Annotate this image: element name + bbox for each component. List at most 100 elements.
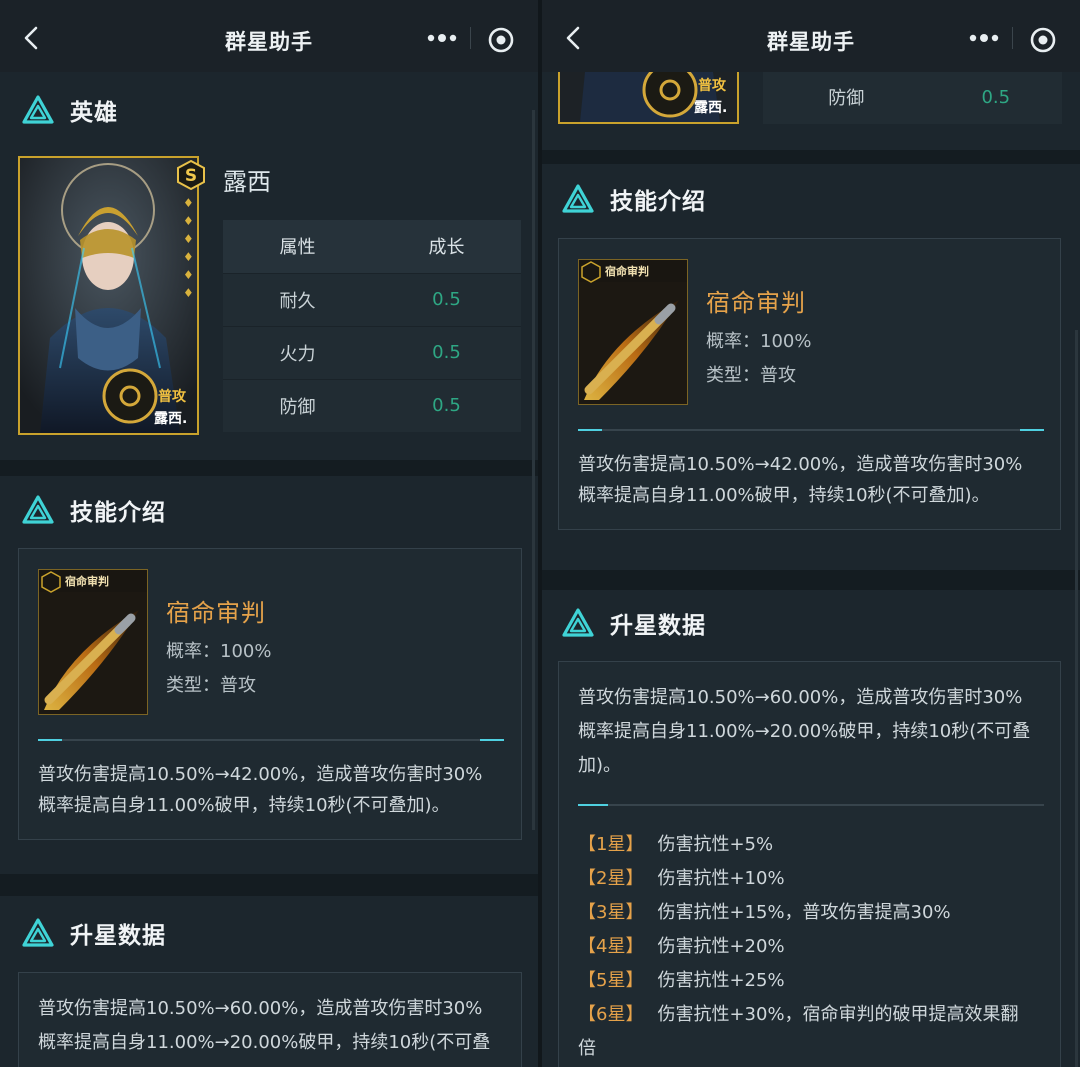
scrollbar[interactable] (532, 110, 535, 830)
more-dots-icon[interactable] (425, 28, 459, 48)
header-growth: 成长 (372, 220, 521, 273)
star-description-line-1: 普攻伤害提高10.50%→60.00%，造成普攻伤害时30% (578, 687, 1023, 708)
attribute-name: 火力 (223, 325, 372, 379)
table-row: 火力 0.5 (223, 325, 521, 379)
hero-card[interactable]: 普攻 露西. (18, 156, 199, 435)
table-row: 防御 0.5 (763, 70, 1062, 124)
star-level-text: 伤害抗性+15%，普攻伤害提高30% (657, 902, 951, 923)
rarity-stars: ♦ ♦ ♦ ♦ ♦ ♦ (183, 196, 194, 300)
star-level-row: 【1星】 伤害抗性+5% (578, 828, 773, 862)
skill-description-line-2: 概率提高自身11.00%破甲，持续10秒(不可叠加)。 (578, 485, 990, 506)
star-icon: ♦ (183, 196, 194, 210)
skill-divider (578, 429, 1044, 431)
skill-description-line-2: 概率提高自身11.00%破甲，持续10秒(不可叠加)。 (38, 795, 450, 816)
header-attribute: 属性 (223, 220, 372, 273)
attribute-value: 0.5 (372, 272, 521, 326)
skill-divider (38, 739, 504, 741)
star-level-text: 伤害抗性+20% (657, 936, 785, 957)
section-gap (0, 460, 538, 476)
skill-rate: 概率：100% (706, 331, 812, 352)
star-level-label: 【6星】 (578, 1004, 644, 1025)
svg-text:S: S (185, 166, 197, 186)
star-level-label: 【5星】 (578, 970, 644, 991)
attribute-value: 0.5 (372, 325, 521, 379)
triangle-logo-icon (562, 608, 594, 637)
star-level-row: 【4星】 伤害抗性+20% (578, 930, 785, 964)
nav-bar: 群星助手 (0, 0, 538, 72)
skill-description-line-1: 普攻伤害提高10.50%→42.00%，造成普攻伤害时30% (38, 764, 483, 785)
card-name: 露西. (154, 411, 188, 427)
star-level-label: 【1星】 (578, 834, 644, 855)
card-name: 露西. (694, 100, 728, 116)
skill-icon-label: 宿命审判 (65, 575, 109, 588)
hero-name: 露西 (223, 168, 271, 196)
star-description-line-2: 概率提高自身11.00%→20.00%破甲，持续10秒(不可叠 (578, 721, 1031, 742)
nav-divider (470, 27, 471, 49)
rarity-s-badge-icon: S (177, 160, 205, 190)
table-row: 防御 0.5 (223, 378, 521, 432)
section-gap (542, 150, 1080, 164)
skill-type: 类型：普攻 (166, 675, 256, 696)
star-icon: ♦ (183, 268, 194, 282)
right-screen: 普攻 露西. 防御 0.5 群星助手 技能介绍 宿命审判 宿命审判 概率：100… (542, 0, 1080, 1067)
star-level-text: 倍 (578, 1038, 596, 1059)
star-level-text: 伤害抗性+5% (657, 834, 774, 855)
attribute-name: 防御 (763, 70, 930, 124)
nav-bar: 群星助手 (542, 0, 1080, 72)
skill-section-header: 技能介绍 (562, 181, 706, 217)
star-level-row: 【6星】 伤害抗性+30%，宿命审判的破甲提高效果翻 (578, 998, 1019, 1032)
star-level-row: 倍 (578, 1032, 596, 1066)
star-divider (578, 804, 1044, 806)
star-icon: ♦ (183, 250, 194, 264)
star-icon: ♦ (183, 232, 194, 246)
skill-card: 宿命审判 宿命审判 概率：100% 类型：普攻 普攻伤害提高10.50%→42.… (18, 548, 522, 840)
skill-description-line-1: 普攻伤害提高10.50%→42.00%，造成普攻伤害时30% (578, 454, 1023, 475)
scrollbar[interactable] (1075, 330, 1078, 1067)
star-level-row: 【5星】 伤害抗性+25% (578, 964, 785, 998)
attribute-table: 属性 成长 耐久 0.5 火力 0.5 防御 0.5 (223, 220, 521, 432)
left-screen: 群星助手 英雄 普攻 露西. S ♦ ♦ ♦ ♦ ♦ ♦ 露西 属性 成长 耐久… (0, 0, 538, 1067)
card-tag: 普攻 (158, 389, 186, 405)
skill-section-title: 技能介绍 (610, 189, 706, 215)
star-level-row: 【3星】 伤害抗性+15%，普攻伤害提高30% (578, 896, 951, 930)
star-section-header: 升星数据 (22, 915, 166, 951)
star-icon: ♦ (183, 214, 194, 228)
skill-icon[interactable]: 宿命审判 (578, 259, 688, 405)
skill-name: 宿命审判 (166, 599, 266, 627)
attribute-name: 防御 (223, 378, 372, 432)
star-description-line-1: 普攻伤害提高10.50%→60.00%，造成普攻伤害时30% (38, 998, 483, 1019)
star-card: 普攻伤害提高10.50%→60.00%，造成普攻伤害时30% 概率提高自身11.… (18, 972, 522, 1067)
bullet-art (39, 570, 147, 714)
star-level-label: 【4星】 (578, 936, 644, 957)
skill-icon-label: 宿命审判 (605, 265, 649, 278)
nav-divider (1012, 27, 1013, 49)
bullet-art (579, 260, 687, 404)
star-description-line-2: 概率提高自身11.00%→20.00%破甲，持续10秒(不可叠 (38, 1032, 491, 1053)
star-section-title: 升星数据 (70, 923, 166, 949)
section-gap (542, 570, 1080, 590)
attribute-table-header: 属性 成长 (223, 220, 521, 273)
card-tag: 普攻 (698, 78, 726, 94)
triangle-logo-icon (22, 918, 54, 947)
skill-section-header: 技能介绍 (22, 492, 166, 528)
attribute-name: 耐久 (223, 272, 372, 326)
hero-section-header: 英雄 (22, 92, 118, 128)
skill-icon[interactable]: 宿命审判 (38, 569, 148, 715)
star-section-title: 升星数据 (610, 613, 706, 639)
skill-name: 宿命审判 (706, 289, 806, 317)
target-circle-icon[interactable] (487, 26, 515, 54)
hero-section-title: 英雄 (70, 100, 118, 126)
triangle-logo-icon (22, 495, 54, 524)
skill-section-title: 技能介绍 (70, 500, 166, 526)
star-level-text: 伤害抗性+30%，宿命审判的破甲提高效果翻 (657, 1004, 1019, 1025)
star-description-line-3: 加)。 (578, 755, 622, 776)
target-circle-icon[interactable] (1029, 26, 1057, 54)
star-level-text: 伤害抗性+10% (657, 868, 785, 889)
star-card: 普攻伤害提高10.50%→60.00%，造成普攻伤害时30% 概率提高自身11.… (558, 661, 1061, 1067)
more-dots-icon[interactable] (967, 28, 1001, 48)
triangle-logo-icon (562, 184, 594, 213)
star-level-label: 【3星】 (578, 902, 644, 923)
attribute-value: 0.5 (372, 378, 521, 432)
attribute-table: 防御 0.5 (763, 70, 1062, 124)
attribute-value: 0.5 (929, 70, 1062, 124)
